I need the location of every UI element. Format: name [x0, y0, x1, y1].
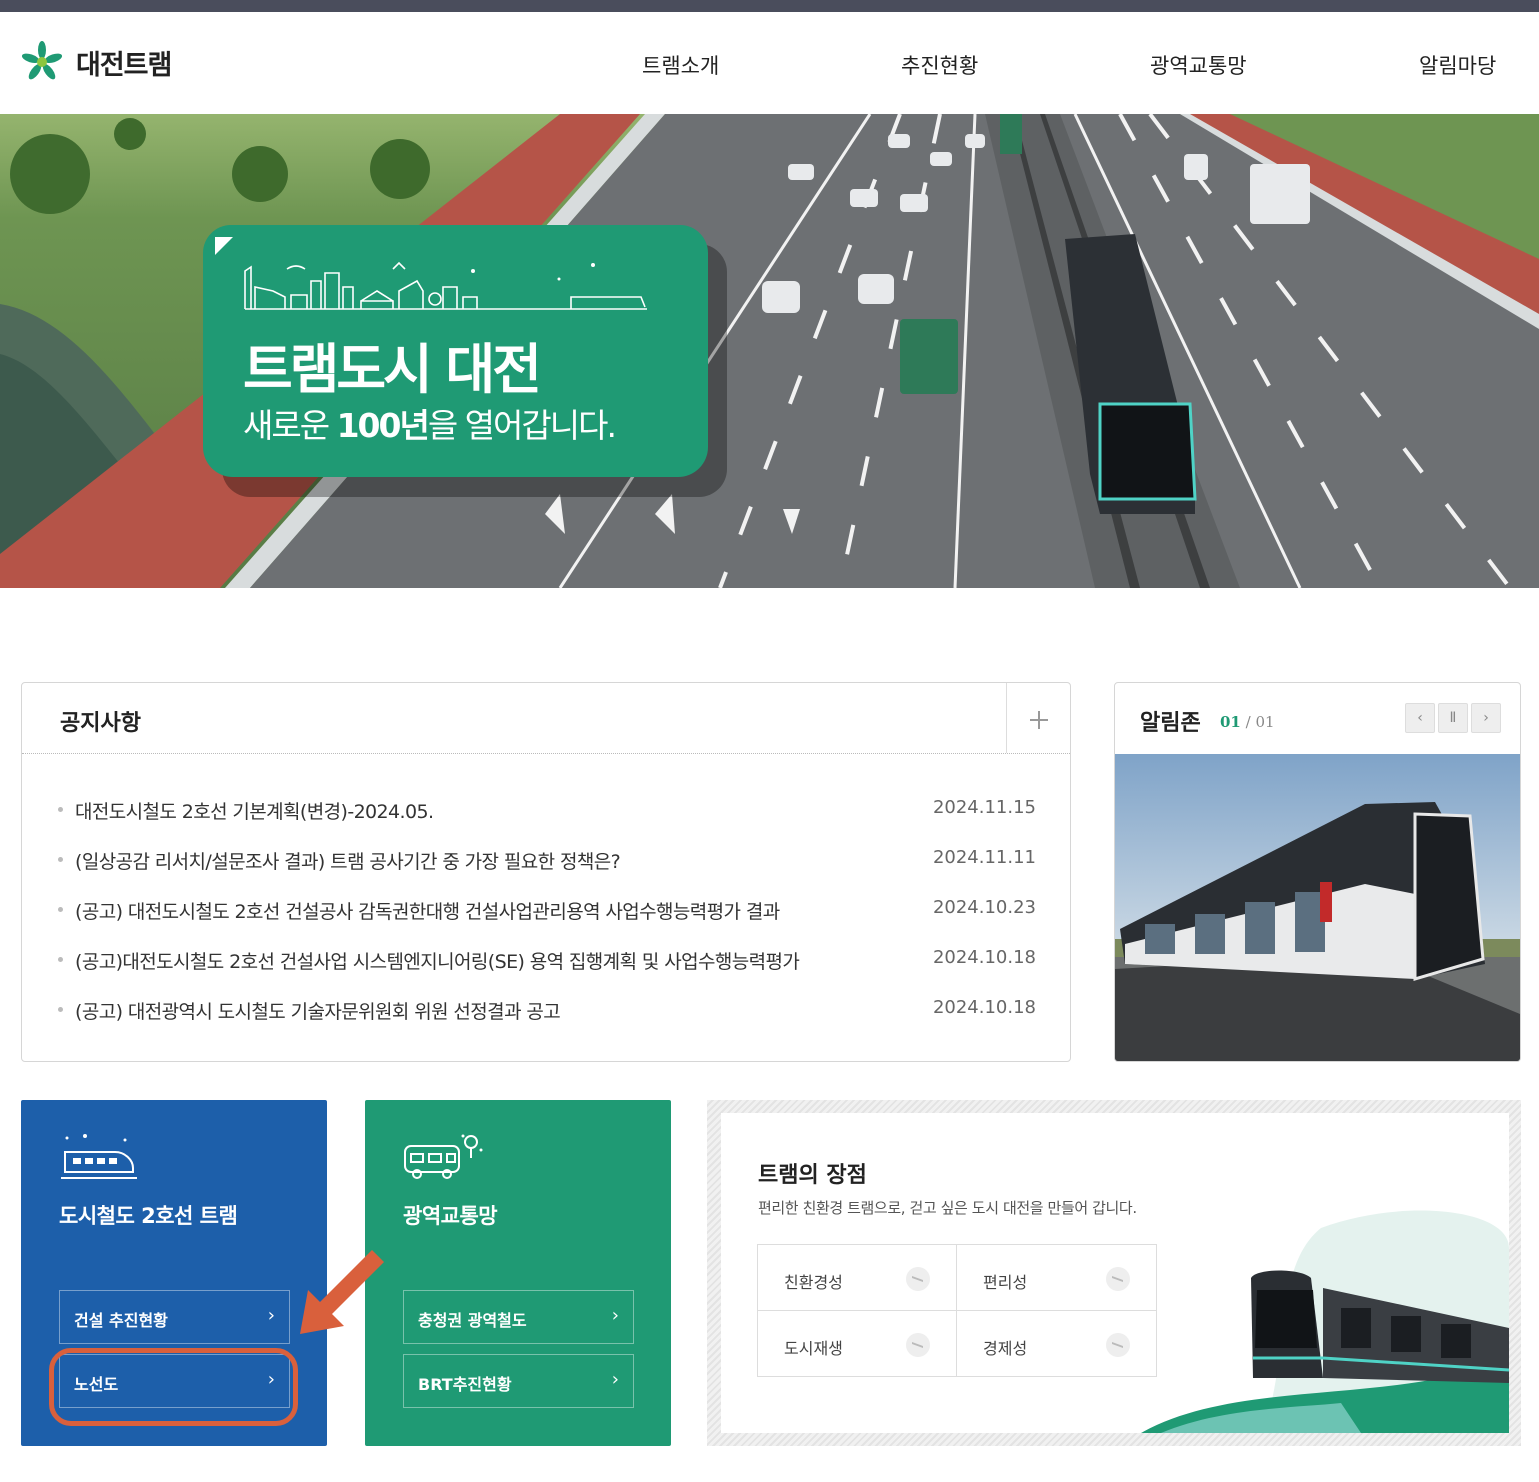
- adv-urban-regen[interactable]: 도시재생: [758, 1311, 957, 1377]
- notice-item-date: 2024.10.23: [932, 897, 1036, 918]
- alimzone-title: 알림존: [1140, 711, 1201, 736]
- nav-notice-board[interactable]: 알림마당: [1419, 50, 1496, 80]
- plus-icon[interactable]: [1006, 683, 1070, 753]
- adv-eco[interactable]: 친환경성: [758, 1245, 957, 1311]
- notice-item-title[interactable]: (공고) 대전도시철도 2호선 건설공사 감독권한대행 건설사업관리용역 사업수…: [75, 897, 887, 924]
- notice-item-date: 2024.11.15: [932, 797, 1036, 818]
- advantages-title: 트램의 장점: [758, 1163, 867, 1188]
- advantages-desc: 편리한 친환경 트램으로, 걷고 싶은 도시 대전을 만들어 갑니다.: [758, 1199, 1137, 1217]
- list-item[interactable]: (공고)대전도시철도 2호선 건설사업 시스템엔지니어링(SE) 용역 집행계획…: [58, 947, 1036, 997]
- top-bar: [0, 0, 1539, 12]
- alimzone-pager: 01 / 01: [1220, 713, 1275, 731]
- hero-subtitle: 새로운 100년을 열어갑니다.: [243, 399, 617, 447]
- advantages-grid: 친환경성 편리성 도시재생 경제성: [757, 1244, 1157, 1377]
- brt-progress-link[interactable]: BRT추진현황 ›: [403, 1354, 634, 1408]
- bus-icon: [404, 1134, 483, 1179]
- tram-photo[interactable]: [1115, 754, 1520, 1061]
- adv-label: 친환경성: [784, 1273, 843, 1292]
- list-item[interactable]: (공고) 대전광역시 도시철도 기술자문위원회 위원 선정결과 공고 2024.1…: [58, 997, 1036, 1047]
- notice-list: 대전도시철도 2호선 기본계획(변경)-2024.05. 2024.11.15 (…: [58, 797, 1036, 1047]
- hero-subtitle-bold: 100년: [336, 406, 430, 445]
- notice-item-title[interactable]: 대전도시철도 2호선 기본계획(변경)-2024.05.: [75, 797, 887, 824]
- adv-label: 편리성: [983, 1273, 1028, 1292]
- logo[interactable]: 대전트램: [20, 40, 172, 84]
- notice-item-title[interactable]: (일상공감 리서치/설문조사 결과) 트램 공사기간 중 가장 필요한 정책은?: [75, 847, 887, 874]
- transit-card-title: 광역교통망: [403, 1204, 498, 1228]
- list-item[interactable]: 대전도시철도 2호선 기본계획(변경)-2024.05. 2024.11.15: [58, 797, 1036, 847]
- notice-header: 공지사항: [22, 683, 1070, 754]
- list-item[interactable]: (일상공감 리서치/설문조사 결과) 트램 공사기간 중 가장 필요한 정책은?…: [58, 847, 1036, 897]
- logo-text: 대전트램: [76, 49, 172, 81]
- adv-economy[interactable]: 경제성: [957, 1311, 1156, 1377]
- alimzone-panel: 알림존 01 / 01 ‹ Ⅱ ›: [1114, 682, 1521, 1062]
- bullet: [58, 807, 63, 812]
- bullet: [58, 907, 63, 912]
- alimzone-separator: /: [1245, 713, 1251, 731]
- adv-label: 도시재생: [784, 1339, 843, 1358]
- notice-item-date: 2024.10.18: [932, 947, 1036, 968]
- chevron-right-icon: ›: [611, 1305, 619, 1326]
- train-icon: [61, 1134, 137, 1179]
- arrow-icon: [1106, 1267, 1130, 1291]
- list-item[interactable]: (공고) 대전도시철도 2호선 건설공사 감독권한대행 건설사업관리용역 사업수…: [58, 897, 1036, 947]
- notice-item-date: 2024.10.18: [932, 997, 1036, 1018]
- arrow-icon: [906, 1333, 930, 1357]
- notice-item-title[interactable]: (공고) 대전광역시 도시철도 기술자문위원회 위원 선정결과 공고: [75, 997, 887, 1024]
- chevron-right-icon[interactable]: ›: [1471, 703, 1501, 733]
- tram-line2-card: 도시철도 2호선 트램 건설 추진현황 › 노선도 ›: [21, 1100, 327, 1446]
- hero-subtitle-post: 을 열어갑니다.: [427, 406, 617, 445]
- bullet: [58, 857, 63, 862]
- annotation-arrow-icon: [300, 1250, 384, 1334]
- tram-card-title: 도시철도 2호선 트램: [59, 1204, 238, 1228]
- link-label: 건설 추진현황: [74, 1311, 168, 1330]
- site-header: 대전트램 트램소개 추진현황 광역교통망 알림마당: [0, 12, 1539, 114]
- notice-item-date: 2024.11.11: [932, 847, 1036, 868]
- notice-title: 공지사항: [60, 711, 141, 736]
- logo-star-icon: [21, 41, 63, 80]
- hero-banner: 트램도시 대전 새로운 100년을 열어갑니다.: [0, 114, 1539, 588]
- bullet: [58, 957, 63, 962]
- chevron-left-icon[interactable]: ‹: [1405, 703, 1435, 733]
- notice-item-title[interactable]: (공고)대전도시철도 2호선 건설사업 시스템엔지니어링(SE) 용역 집행계획…: [75, 947, 887, 974]
- link-label: 충청권 광역철도: [418, 1311, 527, 1330]
- arrow-icon: [1106, 1333, 1130, 1357]
- hero-subtitle-pre: 새로운: [243, 406, 337, 445]
- nav-regional-transit[interactable]: 광역교통망: [1150, 50, 1247, 80]
- construction-progress-link[interactable]: 건설 추진현황 ›: [59, 1290, 290, 1344]
- hero-title: 트램도시 대전: [243, 338, 542, 401]
- notice-panel: 공지사항 대전도시철도 2호선 기본계획(변경)-2024.05. 2024.11…: [21, 682, 1071, 1062]
- tram-illustration: [1141, 1210, 1509, 1433]
- tram-advantages-panel: 트램의 장점 편리한 친환경 트램으로, 걷고 싶은 도시 대전을 만들어 갑니…: [721, 1113, 1509, 1433]
- hero-card: 트램도시 대전 새로운 100년을 열어갑니다.: [203, 225, 708, 477]
- nav-tram-intro[interactable]: 트램소개: [642, 50, 719, 80]
- alimzone-current: 01: [1220, 713, 1241, 731]
- link-label: 노선도: [74, 1375, 119, 1394]
- nav-progress[interactable]: 추진현황: [901, 50, 978, 80]
- link-label: BRT추진현황: [418, 1375, 512, 1394]
- chevron-right-icon: ›: [267, 1305, 275, 1326]
- adv-convenience[interactable]: 편리성: [957, 1245, 1156, 1311]
- pause-icon[interactable]: Ⅱ: [1438, 703, 1468, 733]
- corner-mark: [215, 237, 233, 255]
- chevron-right-icon: ›: [267, 1369, 275, 1390]
- regional-transit-card: 광역교통망 충청권 광역철도 › BRT추진현황 ›: [365, 1100, 671, 1446]
- route-map-link[interactable]: 노선도 ›: [59, 1354, 290, 1408]
- city-skyline-icon: [244, 261, 647, 310]
- chevron-right-icon: ›: [611, 1369, 619, 1390]
- alimzone-total: 01: [1255, 713, 1275, 731]
- arrow-icon: [906, 1267, 930, 1291]
- adv-label: 경제성: [983, 1339, 1028, 1358]
- chungcheong-railway-link[interactable]: 충청권 광역철도 ›: [403, 1290, 634, 1344]
- bullet: [58, 1007, 63, 1012]
